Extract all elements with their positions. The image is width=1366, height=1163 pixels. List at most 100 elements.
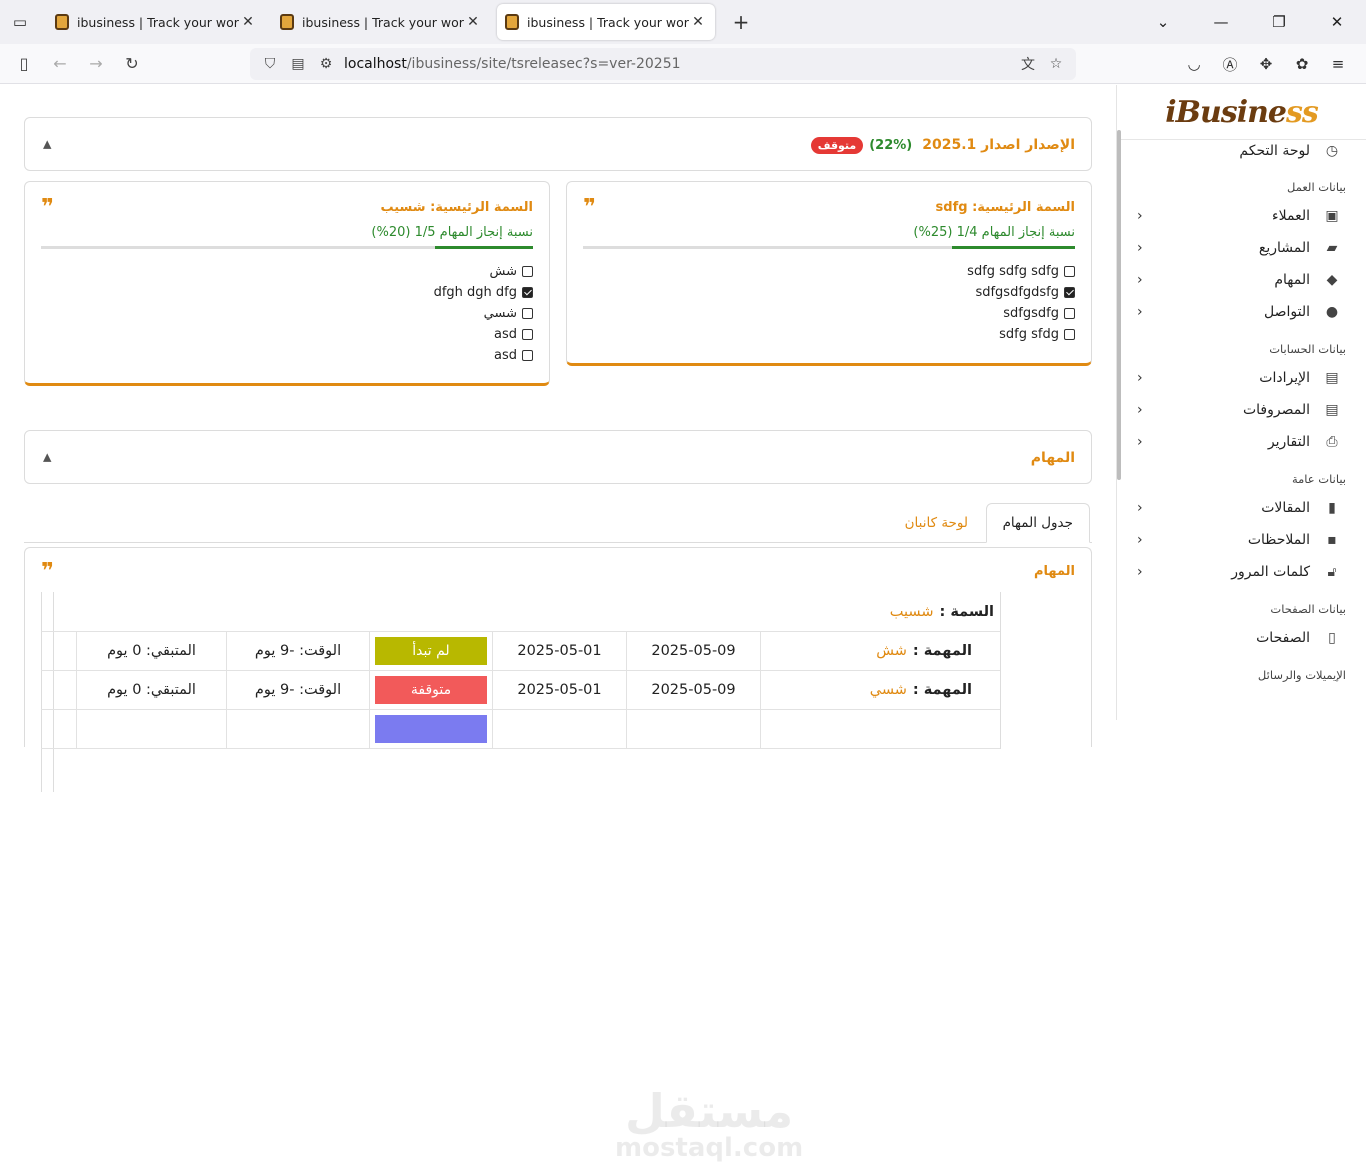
status-badge[interactable]: لم تبدأ xyxy=(375,637,487,665)
release-title: الإصدار اصدار 2025.1 xyxy=(922,137,1075,153)
remaining-cell: المتبقي: 0 يوم xyxy=(76,670,226,710)
status-badge[interactable]: متوقفة xyxy=(375,676,487,704)
color-extension-icon[interactable]: ✿ xyxy=(1284,48,1320,80)
sidebar-item-tasks[interactable]: ◆ المهام ‹ xyxy=(1117,264,1366,296)
sidebar-item-label: المهام xyxy=(1274,272,1310,288)
task-table: السمة : شسيب المهمة : شش 2025-05-09 2025-05… xyxy=(41,592,1001,749)
checkbox[interactable] xyxy=(522,308,533,319)
restore-icon[interactable]: ❐ xyxy=(1250,13,1308,31)
sidebar-item-label: المقالات xyxy=(1261,500,1310,516)
status-badge[interactable] xyxy=(375,715,487,743)
address-bar[interactable]: ⛉ ▤ ⚙ localhost/ibusiness/site/tsrelease… xyxy=(250,48,1076,80)
start-date-cell: 2025-05-01 xyxy=(492,670,626,710)
extensions-icon[interactable]: ✥ xyxy=(1248,48,1284,80)
tags-icon: ◆ xyxy=(1326,272,1338,288)
checklist-item: asd xyxy=(41,324,533,345)
tab-list-icon[interactable]: ▭ xyxy=(0,0,40,44)
back-icon[interactable]: ← xyxy=(42,48,78,80)
shield-icon[interactable]: ⛉ xyxy=(256,56,284,72)
sidebar-item-clients[interactable]: ▣ العملاء ‹ xyxy=(1117,200,1366,232)
pocket-icon[interactable]: ◡ xyxy=(1176,48,1212,80)
sidebar-item-communication[interactable]: ● التواصل ‹ xyxy=(1117,296,1366,328)
sidebar-item-notes[interactable]: ▪ الملاحظات ‹ xyxy=(1117,524,1366,556)
table-row xyxy=(41,709,1000,749)
sidebar-toggle-icon[interactable]: ▯ xyxy=(6,48,42,80)
sidebar-item-dashboard[interactable]: ◷ لوحة التحكم xyxy=(1117,136,1366,166)
release-card[interactable]: الإصدار اصدار 2025.1 (22%) متوقف ▲ xyxy=(24,117,1092,171)
menu-icon[interactable]: ≡ xyxy=(1320,48,1356,80)
table-row: المهمة : شسي 2025-05-09 2025-05-01 متوقفة الو… xyxy=(41,670,1000,710)
browser-tab-3-active[interactable]: ibusiness | Track your work with ✕ xyxy=(497,4,715,40)
task-table-card: المهام ❞ السمة : شسيب المهمة : شش 2025-05-0… xyxy=(24,547,1092,1162)
page-info-icon[interactable]: ▤ xyxy=(284,56,312,72)
tab-title: ibusiness | Track your work with xyxy=(527,14,689,30)
checkbox[interactable] xyxy=(1064,329,1075,340)
tab-task-table[interactable]: جدول المهام xyxy=(985,503,1090,543)
new-tab-icon[interactable]: + xyxy=(721,10,761,34)
id-card-icon: ▣ xyxy=(1325,208,1339,224)
sidebar-item-reports[interactable]: ⎙ التقارير ‹ xyxy=(1117,426,1366,458)
progress-fill xyxy=(434,246,533,249)
remaining-cell xyxy=(76,709,226,749)
sidebar-item-pages[interactable]: ▯ الصفحات xyxy=(1117,622,1366,654)
close-tab-icon[interactable]: ✕ xyxy=(464,14,482,30)
checkbox[interactable] xyxy=(522,266,533,277)
tab-kanban[interactable]: لوحة كانبان xyxy=(889,503,984,543)
collapse-caret-icon[interactable]: ▲ xyxy=(43,451,51,464)
checkbox[interactable] xyxy=(1064,287,1075,298)
reload-icon[interactable]: ↻ xyxy=(114,48,150,80)
sidebar-item-expenses[interactable]: ▤ المصروفات ‹ xyxy=(1117,394,1366,426)
sidebar-item-label: المصروفات xyxy=(1242,402,1310,418)
sidebar-section-title: بيانات عامة xyxy=(1291,472,1346,486)
favicon-icon xyxy=(280,14,294,30)
minimize-icon[interactable]: — xyxy=(1192,13,1250,31)
checkbox[interactable] xyxy=(522,329,533,340)
checklist-item: sdfg sdfg sdfg xyxy=(583,261,1075,282)
task-name[interactable]: شسي xyxy=(870,682,907,698)
sidebar-item-label: الصفحات xyxy=(1256,630,1310,646)
sidebar-section-title: بيانات العمل xyxy=(1287,180,1346,194)
checkbox[interactable] xyxy=(522,350,533,361)
sidebar-item-passwords[interactable]: 🔓︎ كلمات المرور ‹ xyxy=(1117,556,1366,588)
sidebar-item-label: لوحة التحكم xyxy=(1239,143,1310,159)
translate-icon[interactable]: 文 xyxy=(1014,54,1042,74)
task-label: المهمة : xyxy=(912,643,972,659)
tab-overflow-chevron-icon[interactable]: ⌄ xyxy=(1134,13,1192,31)
app-sidebar: iBusine ss ◷ لوحة التحكم بيانات العمل ▣ ال… xyxy=(1116,85,1366,720)
close-tab-icon[interactable]: ✕ xyxy=(689,14,707,30)
sidebar-item-revenues[interactable]: ▤ الإيرادات ‹ xyxy=(1117,362,1366,394)
chevron-left-icon: ‹ xyxy=(1137,304,1143,320)
tasks-section-card[interactable]: المهام ▲ xyxy=(24,430,1092,484)
checkbox[interactable] xyxy=(1064,308,1075,319)
close-tab-icon[interactable]: ✕ xyxy=(239,14,257,30)
browser-tab-strip: ▭ ibusiness | Track your work with ✕ ibu… xyxy=(0,0,1366,44)
url-text[interactable]: localhost/ibusiness/site/tsreleasec?s=ve… xyxy=(340,56,1014,72)
browser-tab-1[interactable]: ibusiness | Track your work with ✕ xyxy=(47,4,265,40)
close-window-icon[interactable]: ✕ xyxy=(1308,13,1366,31)
checkbox[interactable] xyxy=(522,287,533,298)
chevron-left-icon: ‹ xyxy=(1137,532,1143,548)
forward-icon[interactable]: → xyxy=(78,48,114,80)
release-header[interactable]: الإصدار اصدار 2025.1 (22%) متوقف xyxy=(25,118,1091,172)
feature-group-header: السمة : شسيب xyxy=(41,592,1000,632)
account-icon[interactable]: Ⓐ xyxy=(1212,48,1248,80)
bookmark-star-icon[interactable]: ☆ xyxy=(1042,56,1070,72)
browser-tab-2[interactable]: ibusiness | Track your work with ✕ xyxy=(272,4,490,40)
checklist-item-label: شش xyxy=(489,264,517,279)
sidebar-item-projects[interactable]: ▰ المشاريع ‹ xyxy=(1117,232,1366,264)
checklist-item-label: asd xyxy=(494,348,517,363)
checklist-item: sdfgsdfg xyxy=(583,303,1075,324)
sidebar-item-articles[interactable]: ▮ المقالات ‹ xyxy=(1117,492,1366,524)
checklist-item: sdfg sfdg xyxy=(583,324,1075,345)
collapse-caret-icon[interactable]: ▲ xyxy=(43,138,51,151)
quote-icon: ❞ xyxy=(41,558,54,584)
tasks-section-header[interactable]: المهام xyxy=(25,431,1091,485)
app-logo[interactable]: iBusine ss xyxy=(1117,85,1366,140)
checklist-item-label: dfgh dgh dfg xyxy=(433,285,517,300)
checkbox[interactable] xyxy=(1064,266,1075,277)
task-name[interactable]: شش xyxy=(876,643,907,659)
sidebar-section-title: الإيميلات والرسائل xyxy=(1257,668,1346,682)
checklist-item-label: asd xyxy=(494,327,517,342)
task-name-cell xyxy=(760,709,1000,749)
permissions-icon[interactable]: ⚙ xyxy=(312,56,340,72)
